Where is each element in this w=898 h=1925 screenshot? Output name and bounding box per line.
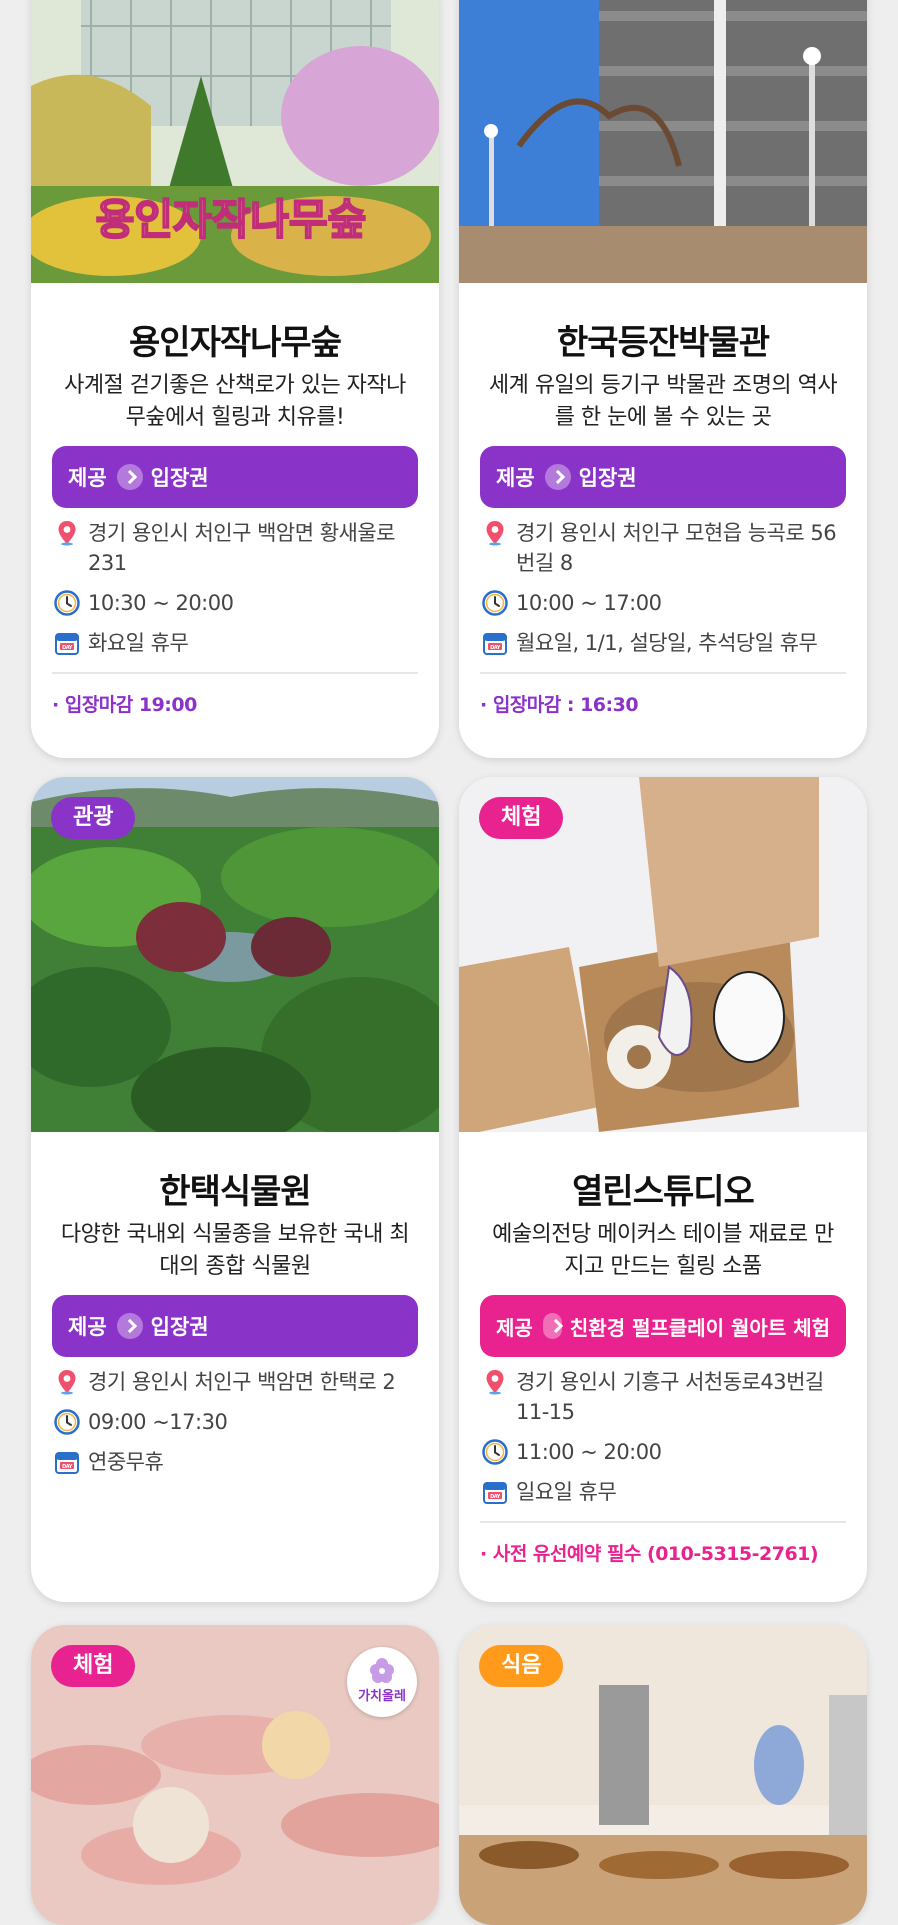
address-row: 경기 용인시 처인구 백암면 한택로 2 (54, 1367, 418, 1397)
calendar-icon (54, 630, 80, 656)
category-badge: 체험 (51, 1645, 136, 1687)
place-photo: 식음 (459, 1625, 867, 1925)
note-text: · 입장마감 19:00 (52, 694, 197, 716)
place-photo: 관광 (31, 777, 439, 1132)
brand-stamp: 가치올레 (347, 1647, 417, 1717)
offer-item: 입장권 (150, 1315, 209, 1339)
place-title: 용인자작나무숲 (129, 323, 342, 363)
closed-text: 화요일 휴무 (88, 631, 189, 655)
closed-row: 화요일 휴무 (54, 628, 418, 658)
place-photo: 용인자작나무숲 (31, 0, 439, 283)
chevron-right-icon (544, 464, 571, 490)
closed-text: 월요일, 1/1, 설당일, 추석당일 휴무 (516, 631, 818, 655)
place-photo (459, 0, 867, 283)
offer-label: 제공 (68, 1315, 107, 1339)
offer-label: 제공 (496, 1315, 533, 1340)
clock-icon (482, 1439, 508, 1465)
clock-icon (482, 590, 508, 616)
chevron-right-icon (116, 464, 143, 490)
hours-row: 10:30 ~ 20:00 (54, 588, 418, 618)
offer-button[interactable]: 제공 친환경 펄프클레이 월아트 체험 (480, 1295, 846, 1357)
flower-icon (370, 1658, 394, 1683)
place-card[interactable]: 체험 열린스튜디오 예술의전당 메이커스 테이블 재료로 만지고 만드는 힐링 … (459, 777, 867, 1602)
offer-label: 제공 (68, 466, 107, 490)
hours-text: 10:00 ~ 17:00 (516, 591, 662, 615)
hours-row: 10:00 ~ 17:00 (482, 588, 846, 618)
place-card[interactable]: 식음 (459, 1625, 867, 1925)
hours-row: 11:00 ~ 20:00 (482, 1437, 846, 1467)
note-divider: · 사전 유선예약 필수 (010-5315-2761) (480, 1521, 846, 1566)
place-description: 사계절 걷기좋은 산책로가 있는 자작나무숲에서 힐링과 치유를! (64, 373, 406, 430)
closed-row: 일요일 휴무 (482, 1477, 846, 1507)
calendar-icon (54, 1449, 80, 1475)
place-card[interactable]: 체험 가치올레 (31, 1625, 439, 1925)
hours-text: 09:00 ~17:30 (88, 1410, 228, 1434)
note-text: · 입장마감 : 16:30 (480, 694, 639, 716)
note-divider: · 입장마감 : 16:30 (480, 672, 846, 717)
location-pin-icon (54, 520, 80, 546)
place-description: 예술의전당 메이커스 테이블 재료로 만지고 만드는 힐링 소품 (492, 1222, 834, 1279)
offer-label: 제공 (496, 466, 535, 490)
place-photo: 체험 가치올레 (31, 1625, 439, 1925)
address-text: 경기 용인시 처인구 모현읍 능곡로 56번길 8 (516, 521, 837, 575)
hours-text: 10:30 ~ 20:00 (88, 591, 234, 615)
closed-text: 연중무휴 (88, 1450, 164, 1474)
clock-icon (54, 1409, 80, 1435)
category-badge: 식음 (479, 1645, 564, 1687)
closed-row: 월요일, 1/1, 설당일, 추석당일 휴무 (482, 628, 846, 658)
place-card[interactable]: 용인자작나무숲 용인자작나무숲 사계절 걷기좋은 산책로가 있는 자작나무숲에서… (31, 0, 439, 758)
place-card[interactable]: 한국등잔박물관 세계 유일의 등기구 박물관 조명의 역사를 한 눈에 볼 수 … (459, 0, 867, 758)
location-pin-icon (54, 1369, 80, 1395)
address-row: 경기 용인시 기흥구 서천동로43번길 11-15 (482, 1367, 846, 1427)
closed-text: 일요일 휴무 (516, 1480, 617, 1504)
offer-button[interactable]: 제공 입장권 (480, 446, 846, 508)
offer-item: 입장권 (578, 466, 637, 490)
offer-item: 친환경 펄프클레이 월아트 체험 (569, 1315, 830, 1340)
place-description: 다양한 국내외 식물종을 보유한 국내 최대의 종합 식물원 (60, 1222, 410, 1279)
offer-button[interactable]: 제공 입장권 (52, 1295, 418, 1357)
location-pin-icon (482, 1369, 508, 1395)
place-title: 열린스튜디오 (572, 1172, 755, 1212)
address-text: 경기 용인시 처인구 백암면 한택로 2 (88, 1370, 396, 1394)
sign-text: 용인자작나무숲 (96, 195, 366, 244)
place-description: 세계 유일의 등기구 박물관 조명의 역사를 한 눈에 볼 수 있는 곳 (488, 373, 838, 430)
place-title: 한택식물원 (159, 1172, 311, 1212)
category-badge: 체험 (479, 797, 564, 839)
hours-row: 09:00 ~17:30 (54, 1407, 418, 1437)
clock-icon (54, 590, 80, 616)
chevron-right-icon (542, 1313, 562, 1339)
location-pin-icon (482, 520, 508, 546)
category-badge: 관광 (51, 797, 136, 839)
place-card[interactable]: 관광 한택식물원 다양한 국내외 식물종을 보유한 국내 최대의 종합 식물원 … (31, 777, 439, 1602)
note-text: · 사전 유선예약 필수 (010-5315-2761) (480, 1543, 819, 1565)
address-text: 경기 용인시 처인구 백암면 황새울로 231 (88, 521, 396, 575)
offer-item: 입장권 (150, 466, 209, 490)
address-row: 경기 용인시 처인구 백암면 황새울로 231 (54, 518, 418, 578)
offer-button[interactable]: 제공 입장권 (52, 446, 418, 508)
hours-text: 11:00 ~ 20:00 (516, 1440, 662, 1464)
note-divider: · 입장마감 19:00 (52, 672, 418, 717)
calendar-icon (482, 1479, 508, 1505)
closed-row: 연중무휴 (54, 1447, 418, 1477)
place-photo: 체험 (459, 777, 867, 1132)
chevron-right-icon (116, 1313, 143, 1339)
calendar-icon (482, 630, 508, 656)
stamp-text: 가치올레 (358, 1689, 406, 1704)
place-title: 한국등잔박물관 (557, 323, 770, 363)
address-text: 경기 용인시 기흥구 서천동로43번길 11-15 (516, 1370, 824, 1424)
address-row: 경기 용인시 처인구 모현읍 능곡로 56번길 8 (482, 518, 846, 578)
